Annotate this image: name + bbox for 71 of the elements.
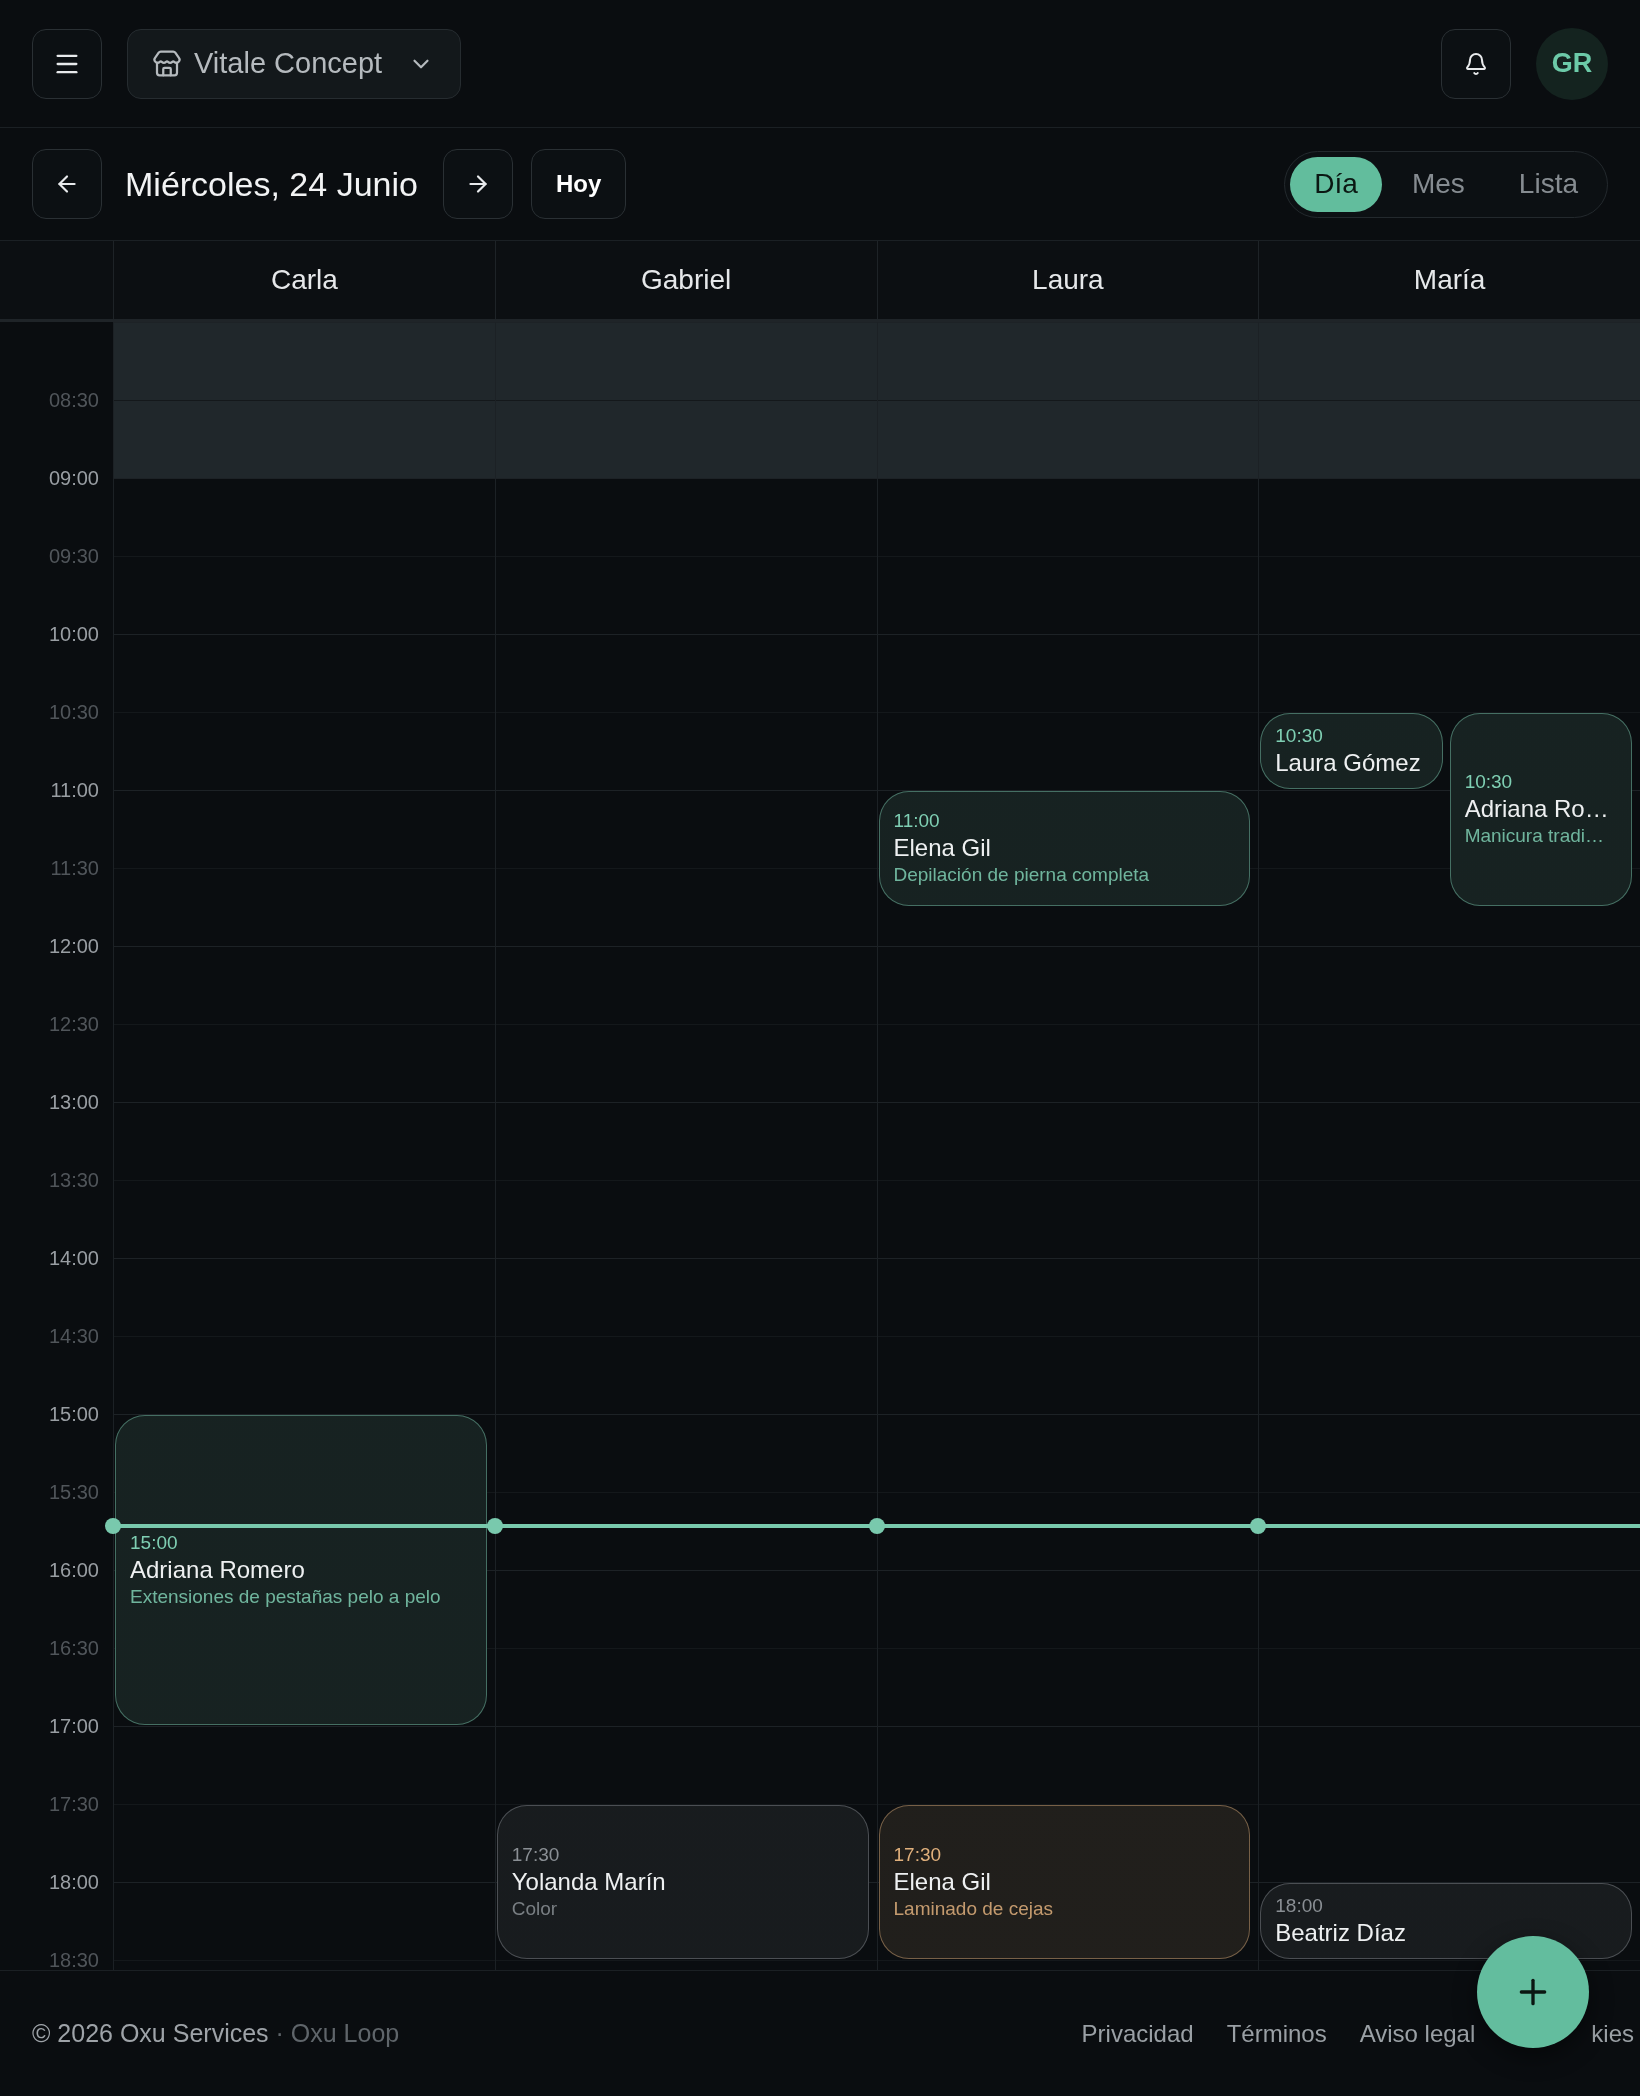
time-label: 10:30 [48,702,99,722]
time-label: 13:00 [48,1092,99,1112]
time-label: 11:00 [50,780,99,800]
client-name: Adriana Ro… [1464,794,1610,825]
appointment-card[interactable]: 10:30 Laura Gómez [1260,713,1443,789]
footer-link[interactable]: Privacidad [1081,2019,1194,2048]
copyright-text: © 2026 Oxu Services [32,2019,269,2047]
business-selector[interactable]: Vitale Concept [127,28,462,99]
client-name: Elena Gil [893,1866,992,1897]
client-name: Beatriz Díaz [1275,1917,1407,1948]
client-name: Laura Gómez [1275,747,1422,778]
current-time-dot-icon [105,1517,121,1534]
appointment-card[interactable]: 10:30 Adriana Ro… Manicura tradi… [1449,713,1632,906]
footer-link[interactable]: kies [1591,2019,1634,2048]
appointment-card[interactable]: 15:00 Adriana Romero Extensiones de pestañas pelo a pelo [115,1415,487,1725]
appointment-card[interactable]: 17:30 Elena Gil Laminado de cejas [878,1805,1251,1959]
user-avatar[interactable]: GR [1536,27,1608,100]
appointment-card[interactable]: 18:00 Beatriz Díaz [1260,1883,1632,1959]
appointment-card[interactable]: 11:00 Elena Gil Depilación de pierna completa [878,791,1251,906]
service-name: Laminado de cejas [893,1896,1054,1921]
time-label: 08:30 [48,390,99,410]
time-label: 12:30 [48,1014,99,1034]
notifications-button[interactable] [1441,28,1511,99]
staff-name: Gabriel [641,264,732,296]
time-label: 12:00 [48,936,99,956]
service-name: Depilación de pierna completa [893,863,1151,888]
time-label: 16:30 [48,1638,99,1658]
shop-icon [152,48,182,79]
appointment-time: 10:30 [1275,724,1324,748]
time-label: 15:30 [48,1482,99,1502]
view-tab[interactable]: Mes [1387,156,1489,212]
service-name: Manicura tradi… [1464,824,1605,849]
view-tab[interactable]: Día [1290,156,1382,212]
today-button[interactable]: Hoy [530,149,627,219]
client-name: Adriana Romero [130,1554,306,1585]
staff-name: Laura [1032,264,1104,296]
current-time-dot-icon [1250,1517,1267,1534]
time-label: 15:00 [48,1404,99,1424]
appointment-card[interactable]: 17:30 Yolanda Marín Color [496,1805,869,1959]
time-label: 09:30 [48,546,99,566]
appointment-time: 11:00 [893,809,941,834]
staff-name: María [1413,264,1486,296]
client-name: Yolanda Marín [511,1866,667,1897]
time-label: 18:00 [48,1872,99,1892]
current-time-dot-icon [868,1517,885,1534]
time-label: 09:00 [48,468,99,488]
time-label: 16:00 [48,1560,99,1580]
time-label: 14:30 [48,1326,99,1346]
product-name: · Oxu Loop [274,2019,400,2047]
appointment-time: 17:30 [893,1842,943,1867]
time-label: 17:00 [48,1716,99,1736]
menu-button[interactable] [32,28,102,99]
date-title: Miércoles, 24 Junio [125,164,418,204]
staff-name: Carla [270,264,338,296]
footer-link[interactable]: Aviso legal [1359,2019,1476,2048]
appointment-time: 10:30 [1464,770,1514,795]
appointment-time: 18:00 [1275,1894,1324,1918]
time-label: 14:00 [48,1248,99,1268]
appointment-time: 15:00 [130,1530,179,1555]
time-label: 10:00 [48,624,99,644]
view-tab[interactable]: Lista [1494,156,1602,212]
appointment-time: 17:30 [511,1842,561,1867]
service-name: Extensiones de pestañas pelo a pelo [130,1584,442,1609]
service-name: Color [511,1896,559,1921]
time-label: 17:30 [48,1794,99,1814]
client-name: Elena Gil [893,833,992,864]
time-label: 11:30 [50,858,99,878]
time-label: 13:30 [48,1170,99,1190]
time-label: 18:30 [48,1950,99,1970]
bell-icon [1464,51,1488,76]
footer-link[interactable]: Términos [1226,2019,1327,2048]
